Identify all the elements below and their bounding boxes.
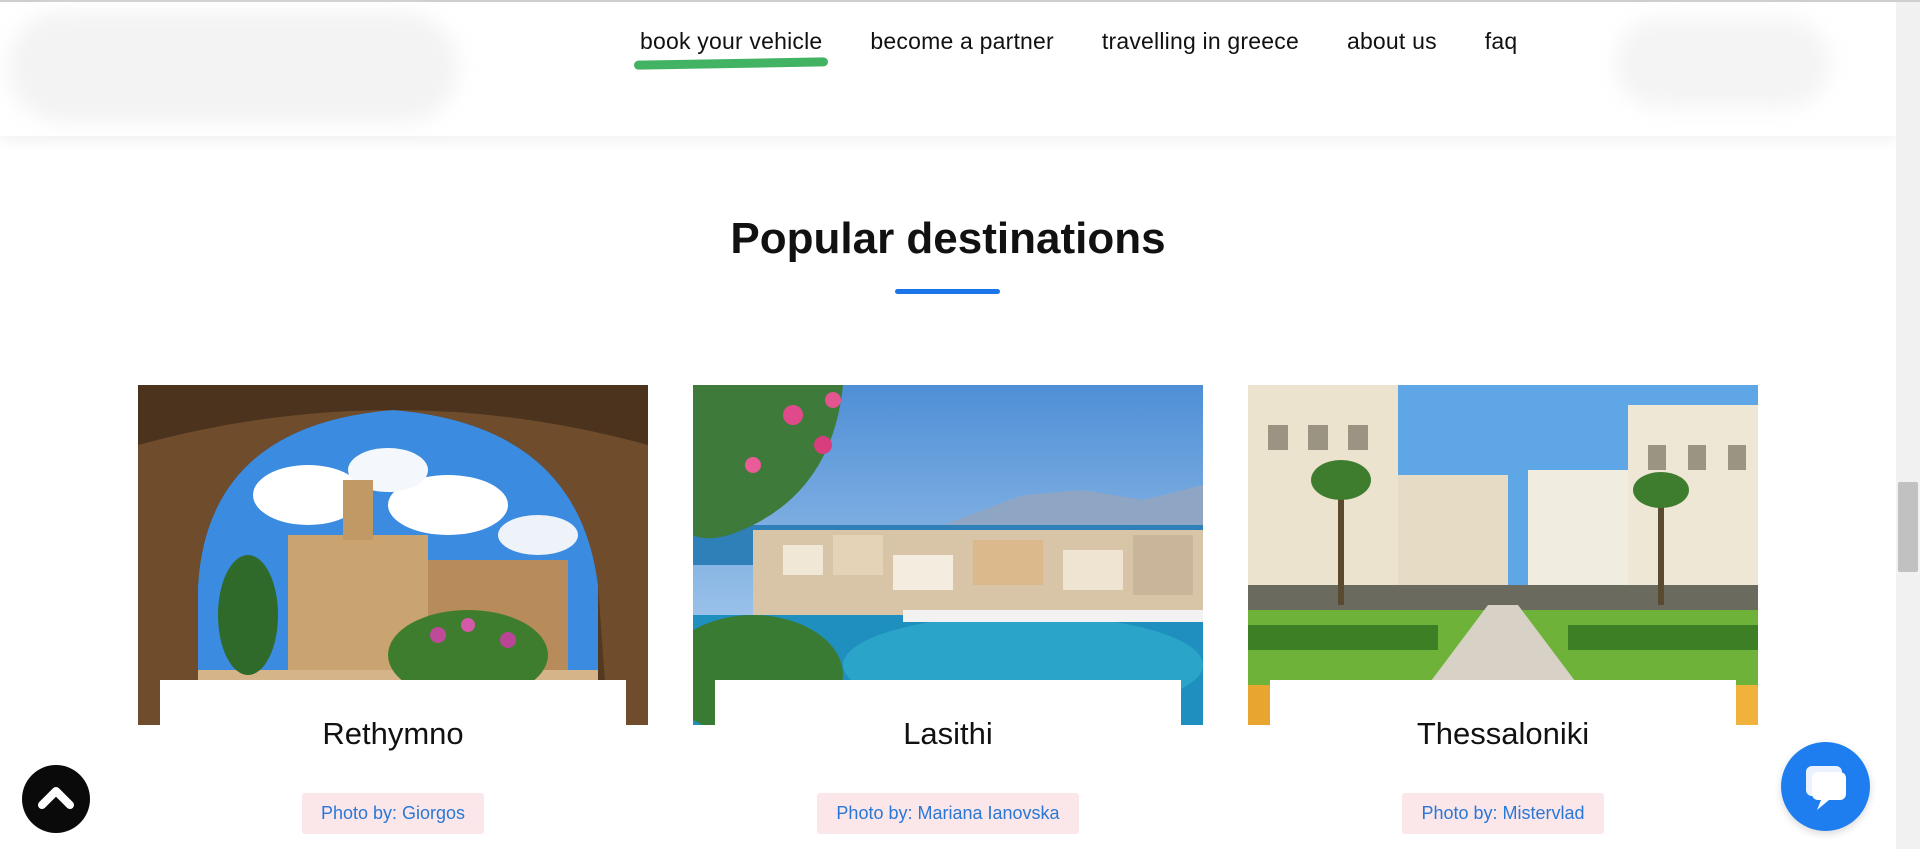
title-underline (895, 289, 1000, 294)
destination-card-thessaloniki[interactable]: Thessaloniki Photo by: Mistervlad (1248, 385, 1758, 849)
nav-become-a-partner[interactable]: become a partner (870, 28, 1053, 55)
destination-card-rethymno[interactable]: Rethymno Photo by: Giorgos (138, 385, 648, 849)
nav-about-us[interactable]: about us (1347, 28, 1437, 55)
chevron-up-icon (38, 787, 74, 809)
nav-item-label: become a partner (870, 28, 1054, 54)
nav-faq[interactable]: faq (1485, 28, 1518, 55)
photo-credit: Photo by: Mariana Ianovska (817, 793, 1079, 834)
nav-item-label: travelling in greece (1101, 28, 1299, 54)
nav-book-your-vehicle[interactable]: book your vehicle (633, 28, 829, 70)
destination-info: Thessaloniki Photo by: Mistervlad (1270, 680, 1736, 849)
destination-name: Lasithi (903, 716, 993, 751)
nav-item-label: faq (1484, 28, 1518, 54)
active-nav-underline (633, 57, 829, 70)
header-actions[interactable] (1615, 18, 1830, 108)
chat-button[interactable] (1781, 742, 1870, 831)
photo-credit: Photo by: Mistervlad (1402, 793, 1604, 834)
destination-image[interactable] (138, 385, 648, 725)
back-to-top-button[interactable] (22, 765, 90, 833)
nav-travelling-in-greece[interactable]: travelling in greece (1102, 28, 1299, 55)
destination-card-lasithi[interactable]: Lasithi Photo by: Mariana Ianovska (693, 385, 1203, 849)
nav-item-label: about us (1346, 28, 1437, 54)
photo-credit: Photo by: Giorgos (301, 793, 485, 834)
scrollbar-thumb[interactable] (1898, 482, 1918, 572)
main-nav: book your vehicle become a partner trave… (633, 28, 1518, 70)
destination-name: Thessaloniki (1416, 716, 1590, 751)
destination-image[interactable] (1248, 385, 1758, 725)
destination-info: Lasithi Photo by: Mariana Ianovska (715, 680, 1181, 849)
destination-image[interactable] (693, 385, 1203, 725)
destination-name: Rethymno (322, 716, 464, 751)
site-header: book your vehicle become a partner trave… (0, 2, 1896, 136)
destination-info: Rethymno Photo by: Giorgos (160, 680, 626, 849)
nav-item-label: book your vehicle (640, 28, 823, 54)
site-logo[interactable] (8, 12, 458, 122)
chat-icon (1806, 766, 1846, 810)
page-scrollbar[interactable] (1896, 2, 1920, 849)
section-title: Popular destinations (730, 214, 1166, 263)
